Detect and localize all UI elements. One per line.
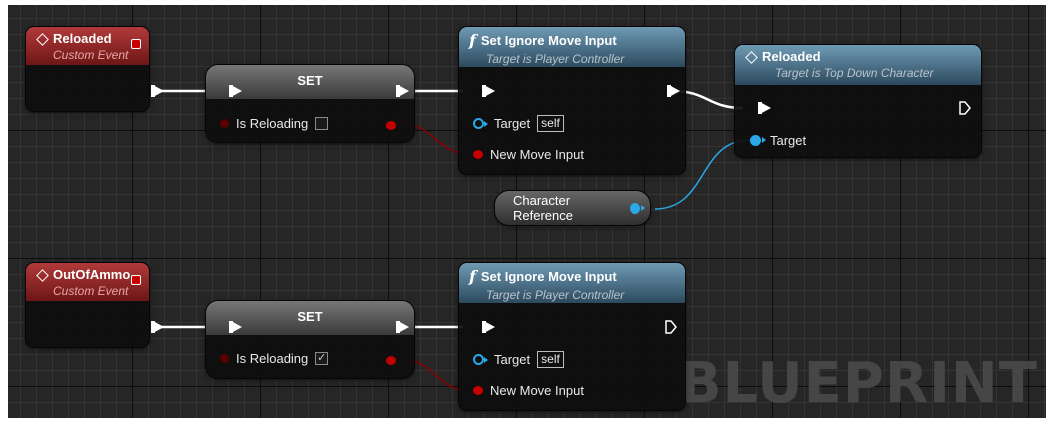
event-diamond-icon <box>36 269 48 281</box>
event-diamond-icon <box>36 33 48 45</box>
set-ignore-move-input-node[interactable]: f Set Ignore Move Input Target is Player … <box>459 263 685 410</box>
is-reloading-pin-row: Is Reloading ✓ <box>220 351 329 366</box>
set-ignore-move-input-node[interactable]: f Set Ignore Move Input Target is Player … <box>459 27 685 174</box>
node-title: Reloaded <box>762 49 821 64</box>
is-reloading-checkbox-checked[interactable]: ✓ <box>315 352 329 365</box>
exec-in-pin[interactable] <box>482 321 495 333</box>
blueprint-watermark: BLUEPRINT <box>678 351 1038 416</box>
bool-input-pin[interactable] <box>473 386 483 395</box>
self-default-value[interactable]: self <box>537 115 564 132</box>
node-subtitle: Target is Top Down Character <box>775 66 934 80</box>
character-reference-node[interactable]: Character Reference <box>495 191 650 225</box>
reloaded-call-node[interactable]: Reloaded Target is Top Down Character Ta… <box>735 45 981 157</box>
target-input-pin[interactable] <box>473 354 488 365</box>
new-move-input-pin-row: New Move Input <box>473 147 584 162</box>
node-header: OutOfAmmo Custom Event <box>26 263 149 301</box>
node-header: Reloaded Target is Top Down Character <box>735 45 981 85</box>
is-reloading-pin-row: Is Reloading <box>220 116 329 131</box>
bool-output-pin[interactable] <box>386 356 396 365</box>
node-title: Set Ignore Move Input <box>480 269 617 284</box>
pin-label: Target <box>494 116 531 131</box>
node-title: SET <box>297 309 323 324</box>
bool-input-pin[interactable] <box>473 150 483 159</box>
node-header: f Set Ignore Move Input Target is Player … <box>459 263 685 303</box>
pin-label: Is Reloading <box>236 351 309 366</box>
bool-output-pin[interactable] <box>386 121 396 130</box>
exec-in-pin[interactable] <box>758 102 771 114</box>
target-input-pin[interactable] <box>473 118 488 129</box>
node-title: SET <box>297 73 323 88</box>
delegate-pin[interactable] <box>131 275 141 285</box>
is-reloading-checkbox[interactable] <box>315 117 329 130</box>
exec-out-pin[interactable] <box>396 85 409 97</box>
node-subtitle: Custom Event <box>53 48 129 62</box>
bool-input-pin[interactable] <box>220 119 229 128</box>
set-is-reloading-node[interactable]: SET Is Reloading ✓ <box>206 301 414 378</box>
node-title: OutOfAmmo <box>53 267 131 282</box>
target-pin-row: Target <box>750 133 806 148</box>
function-icon: f <box>469 31 476 50</box>
target-pin-row: Target self <box>473 115 564 132</box>
node-subtitle: Custom Event <box>53 284 129 298</box>
node-header: Reloaded Custom Event <box>26 27 149 65</box>
exec-in-pin[interactable] <box>229 321 242 333</box>
node-subtitle: Target is Player Controller <box>486 288 625 302</box>
exec-out-pin-unconnected[interactable] <box>958 100 972 116</box>
exec-out-pin[interactable] <box>151 85 164 97</box>
blueprint-graph-canvas[interactable]: BLUEPRINT Reloaded Custom Event SET Is R… <box>8 5 1046 418</box>
exec-out-pin[interactable] <box>151 321 164 333</box>
reloaded-event-node[interactable]: Reloaded Custom Event <box>26 27 164 111</box>
new-move-input-pin-row: New Move Input <box>473 383 584 398</box>
object-output-pin[interactable] <box>630 202 645 214</box>
outofammo-event-node[interactable]: OutOfAmmo Custom Event <box>26 263 164 347</box>
node-title: Set Ignore Move Input <box>480 33 617 48</box>
exec-out-pin[interactable] <box>396 321 409 333</box>
node-title: Reloaded <box>53 31 112 46</box>
node-subtitle: Target is Player Controller <box>486 52 625 66</box>
target-pin-row: Target self <box>473 351 564 368</box>
function-icon: f <box>469 267 476 286</box>
target-input-pin[interactable] <box>750 135 766 146</box>
self-default-value[interactable]: self <box>537 351 564 368</box>
delegate-pin[interactable] <box>131 39 141 49</box>
set-is-reloading-node[interactable]: SET Is Reloading <box>206 65 414 142</box>
pin-label: Is Reloading <box>236 116 309 131</box>
node-header: f Set Ignore Move Input Target is Player … <box>459 27 685 67</box>
pin-label: New Move Input <box>490 147 584 162</box>
pin-label: Target <box>494 352 531 367</box>
pin-label: New Move Input <box>490 383 584 398</box>
exec-in-pin[interactable] <box>229 85 242 97</box>
exec-out-pin-unconnected[interactable] <box>664 319 678 335</box>
node-label: Character Reference <box>513 193 573 223</box>
exec-in-pin[interactable] <box>482 85 495 97</box>
bool-input-pin[interactable] <box>220 354 229 363</box>
exec-out-pin[interactable] <box>667 85 680 97</box>
event-diamond-icon <box>745 51 757 63</box>
pin-label: Target <box>770 133 807 148</box>
